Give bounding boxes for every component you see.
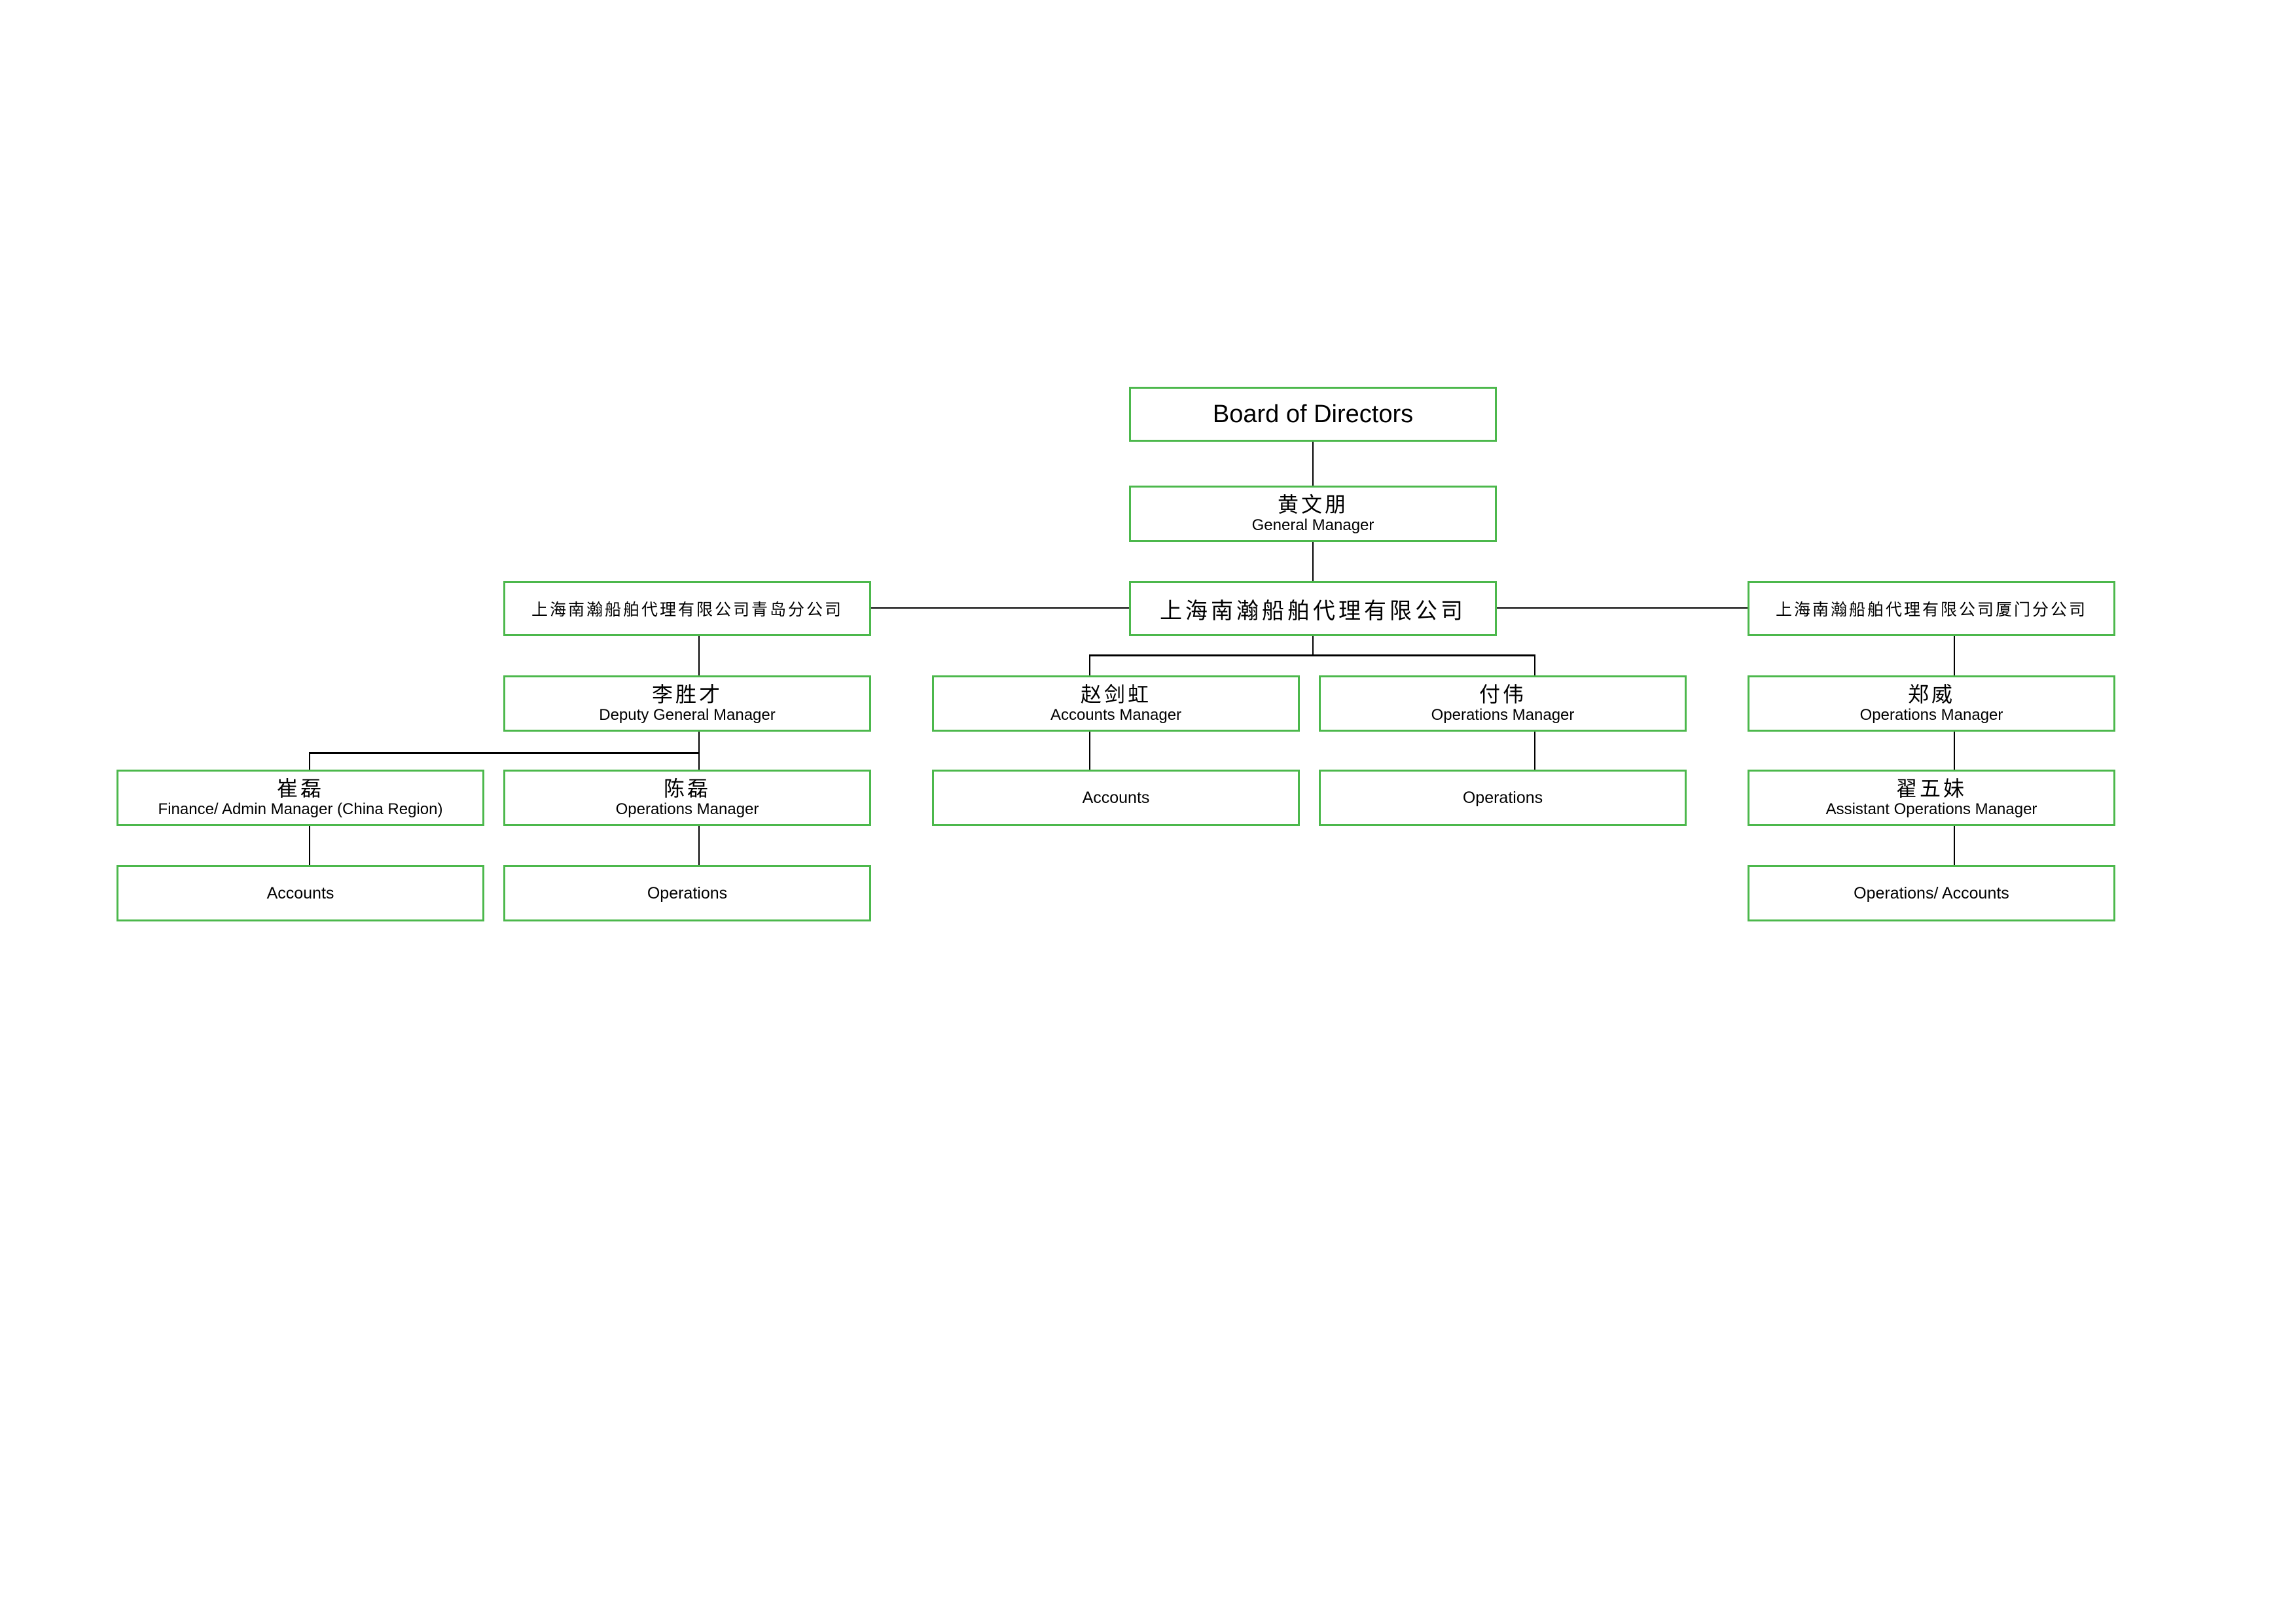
qingdao-accounts-dept: Accounts	[266, 883, 334, 902]
qingdao-branch-label: 上海南瀚船舶代理有限公司青岛分公司	[531, 600, 843, 619]
xiamen-branch-label: 上海南瀚船舶代理有限公司厦门分公司	[1775, 600, 2087, 619]
connector-qd-ops-dept	[698, 826, 700, 865]
qingdao-accounts-dept-box: Accounts	[117, 865, 484, 921]
connector-gm-company	[1312, 542, 1314, 581]
general-manager-title: General Manager	[1251, 516, 1374, 534]
general-manager-box: 黄文朋 General Manager	[1129, 486, 1497, 542]
xiamen-branch-box: 上海南瀚船舶代理有限公司厦门分公司	[1748, 581, 2115, 636]
accounts-manager-title: Accounts Manager	[1050, 706, 1182, 724]
connector-qingdao-deputy	[698, 636, 700, 675]
deputy-gm-title: Deputy General Manager	[599, 706, 776, 724]
assistant-ops-manager-name: 翟五妹	[1895, 776, 1967, 801]
general-manager-name: 黄文朋	[1277, 492, 1348, 517]
xiamen-ops-manager-name: 郑威	[1907, 682, 1955, 707]
company-label: 上海南瀚船舶代理有限公司	[1160, 597, 1466, 624]
connector-company-bus	[1089, 654, 1535, 656]
qingdao-operations-dept: Operations	[647, 883, 728, 902]
connector-company-xiamen	[1497, 607, 1748, 609]
operations-manager-name: 付伟	[1479, 682, 1526, 707]
connector-board-gm	[1312, 442, 1314, 486]
finance-manager-name: 崔磊	[276, 776, 324, 801]
accounts-manager-name: 赵剑虹	[1080, 682, 1151, 707]
connector-accounts-mgr-dept	[1089, 732, 1090, 770]
deputy-gm-name: 李胜才	[651, 682, 723, 707]
finance-manager-title: Finance/ Admin Manager (China Region)	[158, 800, 443, 818]
head-office-accounts-dept: Accounts	[1082, 788, 1150, 807]
operations-manager-box: 付伟 Operations Manager	[1319, 675, 1687, 732]
qingdao-operations-dept-box: Operations	[503, 865, 871, 921]
xiamen-ops-manager-title: Operations Manager	[1859, 706, 2003, 724]
head-office-operations-dept-box: Operations	[1319, 770, 1687, 826]
deputy-gm-box: 李胜才 Deputy General Manager	[503, 675, 871, 732]
xiamen-ops-manager-box: 郑威 Operations Manager	[1748, 675, 2115, 732]
connector-bus-accounts-mgr	[1089, 654, 1090, 675]
connector-company-bus-stem	[1312, 636, 1314, 655]
accounts-manager-box: 赵剑虹 Accounts Manager	[932, 675, 1300, 732]
qingdao-ops-manager-box: 陈磊 Operations Manager	[503, 770, 871, 826]
connector-deputy-bus	[309, 752, 700, 754]
connector-assistant-dept	[1954, 826, 1955, 865]
assistant-ops-manager-box: 翟五妹 Assistant Operations Manager	[1748, 770, 2115, 826]
operations-manager-title: Operations Manager	[1431, 706, 1575, 724]
connector-finance-accounts	[309, 826, 310, 865]
connector-bus-ops-mgr	[1534, 654, 1535, 675]
head-office-operations-dept: Operations	[1462, 788, 1543, 807]
company-box: 上海南瀚船舶代理有限公司	[1129, 581, 1497, 636]
qingdao-ops-manager-name: 陈磊	[663, 776, 711, 801]
board-label: Board of Directors	[1212, 400, 1414, 428]
connector-bus-finance	[309, 752, 310, 770]
xiamen-ops-accounts-dept-box: Operations/ Accounts	[1748, 865, 2115, 921]
board-of-directors-box: Board of Directors	[1129, 387, 1497, 442]
finance-manager-box: 崔磊 Finance/ Admin Manager (China Region)	[117, 770, 484, 826]
connector-deputy-down	[698, 732, 700, 770]
head-office-accounts-dept-box: Accounts	[932, 770, 1300, 826]
qingdao-ops-manager-title: Operations Manager	[615, 800, 759, 818]
qingdao-branch-box: 上海南瀚船舶代理有限公司青岛分公司	[503, 581, 871, 636]
connector-xm-ops-assistant	[1954, 732, 1955, 770]
connector-xiamen-ops-mgr	[1954, 636, 1955, 675]
assistant-ops-manager-title: Assistant Operations Manager	[1825, 800, 2037, 818]
connector-company-qingdao	[871, 607, 1129, 609]
connector-ops-mgr-dept	[1534, 732, 1535, 770]
xiamen-ops-accounts-dept: Operations/ Accounts	[1854, 883, 2009, 902]
org-chart: Board of Directors 黄文朋 General Manager 上…	[0, 0, 2296, 1623]
